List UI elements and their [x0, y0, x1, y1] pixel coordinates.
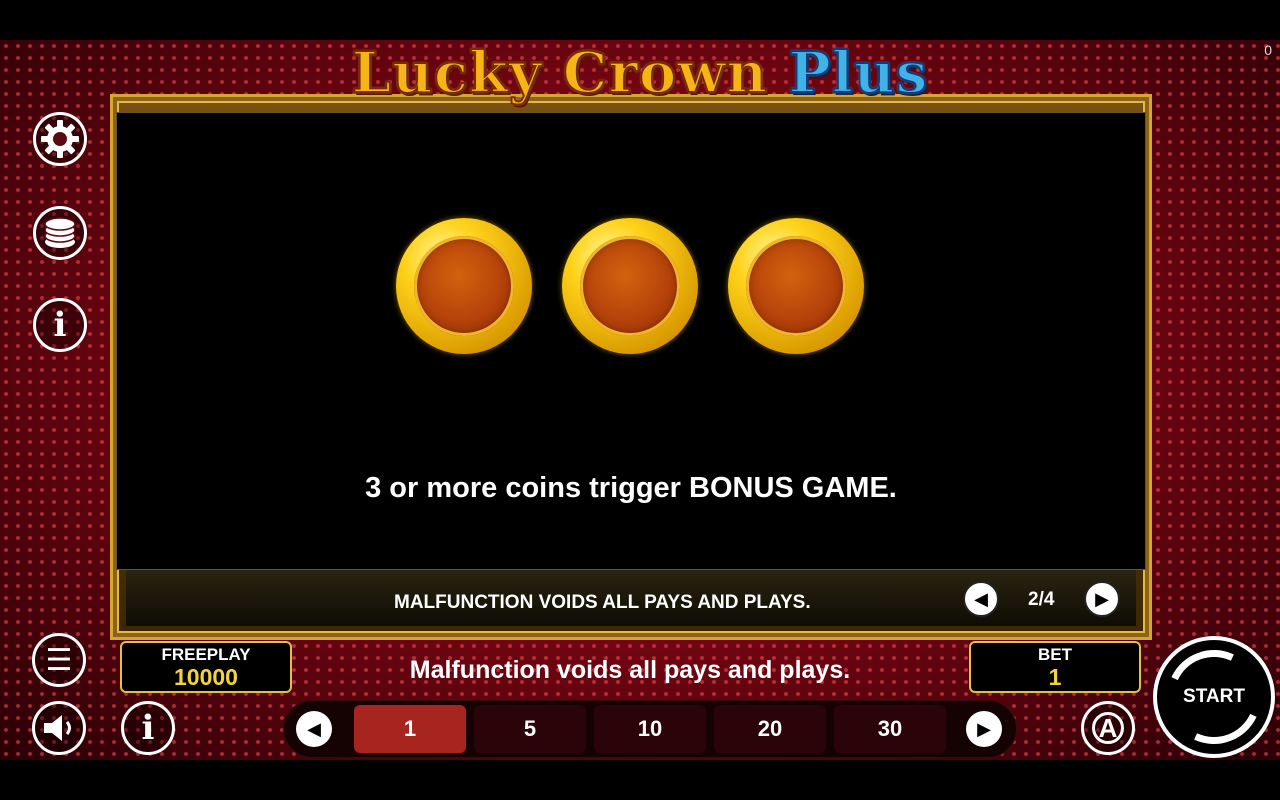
logo-text-main: Lucky Crown — [351, 39, 769, 107]
menu-button[interactable]: ☰ — [32, 633, 86, 687]
chevron-left-icon: ◀ — [307, 718, 321, 739]
paytable-prev-button[interactable]: ◀ — [963, 581, 999, 617]
speaker-icon — [44, 715, 71, 741]
start-label: START — [1183, 686, 1245, 707]
autoplay-icon: A — [1092, 712, 1124, 744]
bet-option-5[interactable]: 5 — [474, 705, 586, 753]
bet-value: 1 — [1048, 664, 1062, 690]
balance-display: FREEPLAY 10000 — [120, 641, 292, 693]
paytable-next-button[interactable]: ▶ — [1084, 581, 1120, 617]
gear-icon — [41, 120, 79, 158]
paytable-description: 3 or more coins trigger BONUS GAME. — [365, 472, 897, 504]
coin-symbol — [562, 218, 698, 354]
bet-option-20[interactable]: 20 — [714, 705, 826, 753]
coin-value-button[interactable] — [33, 206, 87, 260]
hamburger-menu-icon: ☰ — [45, 643, 73, 677]
malfunction-notice: Malfunction voids all pays and plays. — [409, 656, 851, 684]
chevron-right-icon: ▶ — [1095, 589, 1109, 609]
settings-button[interactable] — [33, 112, 87, 166]
sound-button[interactable] — [32, 701, 86, 755]
bet-option-1[interactable]: 1 — [354, 705, 466, 753]
balance-value: 10000 — [174, 664, 238, 690]
info-icon: i — [141, 708, 155, 748]
coin-stack-icon — [44, 217, 76, 248]
autoplay-button[interactable]: A — [1081, 701, 1135, 755]
chevron-left-icon: ◀ — [974, 589, 988, 609]
coin-symbol — [396, 218, 532, 354]
top-letterbox — [0, 0, 1280, 40]
game-logo: Lucky Crown Plus — [0, 39, 1280, 107]
bottom-letterbox — [0, 760, 1280, 800]
page-indicator: 2/4 — [1028, 589, 1055, 610]
malfunction-notice-panel: MALFUNCTION VOIDS ALL PAYS AND PLAYS. — [394, 592, 811, 613]
balance-label: FREEPLAY — [161, 645, 251, 664]
info-icon: i — [53, 305, 67, 345]
bet-label: BET — [1038, 645, 1072, 664]
bet-option-10[interactable]: 10 — [594, 705, 706, 753]
paytable-info-button[interactable]: i — [33, 298, 87, 352]
start-button[interactable]: START — [1153, 636, 1275, 758]
chevron-right-icon: ▶ — [977, 718, 991, 739]
bet-display: BET 1 — [969, 641, 1141, 693]
coin-symbol — [728, 218, 864, 354]
bet-increase-button[interactable]: ▶ — [966, 711, 1002, 747]
info-button[interactable]: i — [121, 701, 175, 755]
logo-text-plus: Plus — [788, 39, 929, 107]
bet-decrease-button[interactable]: ◀ — [296, 711, 332, 747]
bet-option-30[interactable]: 30 — [834, 705, 946, 753]
